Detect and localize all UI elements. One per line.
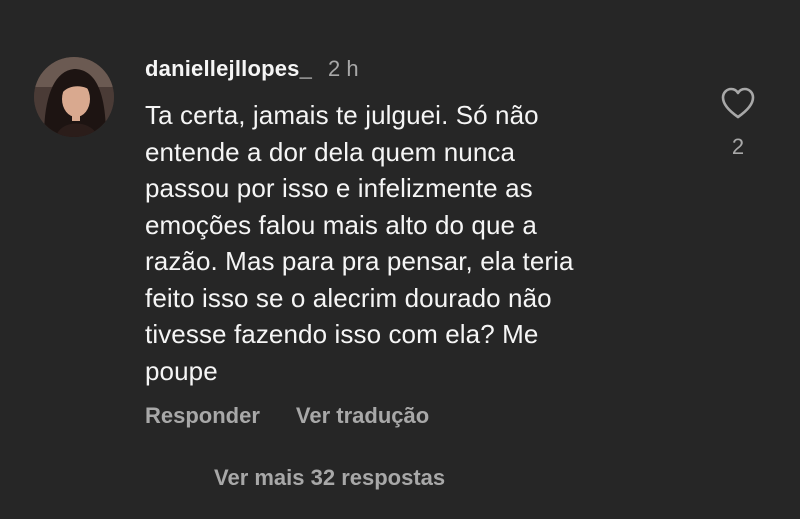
like-control: 2 <box>718 86 758 166</box>
comment-actions: Responder Ver tradução <box>145 403 429 429</box>
view-replies-button[interactable]: Ver mais 32 respostas <box>214 465 445 491</box>
reply-button[interactable]: Responder <box>145 403 260 429</box>
profile-photo <box>34 57 114 137</box>
username-link[interactable]: daniellejllopes_ <box>145 56 312 82</box>
comment-header: daniellejllopes_ 2 h <box>145 56 359 86</box>
avatar[interactable] <box>34 57 114 137</box>
comment-timestamp: 2 h <box>328 56 359 81</box>
translate-button[interactable]: Ver tradução <box>296 403 429 429</box>
like-count: 2 <box>731 134 745 159</box>
comment-text: Ta certa, jamais te julguei. Só não ente… <box>145 100 574 386</box>
heart-outline-icon[interactable] <box>720 86 756 120</box>
comment: daniellejllopes_ 2 h Ta certa, jamais te… <box>0 0 800 519</box>
